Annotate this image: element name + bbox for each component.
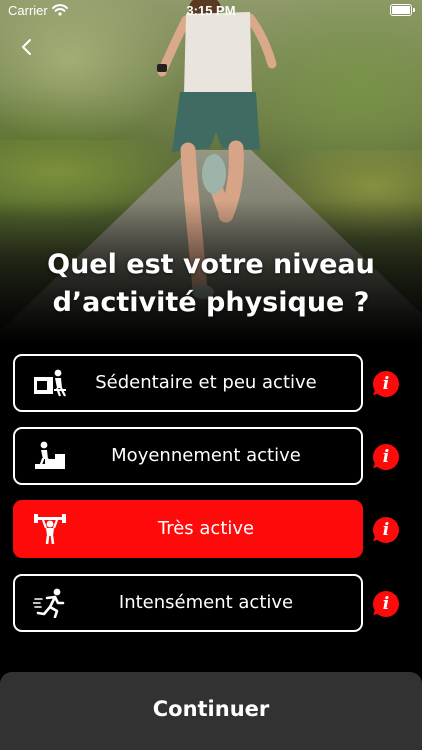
info-glyph: i [382, 374, 390, 394]
info-button-very-active[interactable]: i [373, 517, 401, 545]
option-intensely-active[interactable]: Intensément active [13, 574, 363, 632]
info-glyph: i [382, 520, 390, 540]
option-label: Sédentaire et peu active [95, 372, 317, 393]
option-label: Très active [157, 518, 255, 539]
info-button-intensely-active[interactable]: i [373, 591, 401, 619]
option-sedentary[interactable]: Sédentaire et peu active [13, 354, 363, 412]
info-button-moderate[interactable]: i [373, 444, 401, 472]
option-very-active[interactable]: Très active [13, 500, 363, 558]
continue-button[interactable]: Continuer [0, 672, 422, 750]
question-title-line-1: Quel est votre niveau [47, 249, 375, 280]
chevron-left-icon [22, 39, 31, 55]
option-label: Moyennement active [111, 445, 301, 466]
continue-label: Continuer [152, 697, 270, 721]
battery-full-icon [390, 4, 415, 16]
option-moderate[interactable]: Moyennement active [13, 427, 363, 485]
info-button-sedentary[interactable]: i [373, 371, 401, 399]
clock: 3:15 PM [186, 3, 236, 18]
question-title-line-2: d’activité physique ? [52, 287, 370, 318]
info-glyph: i [382, 447, 390, 467]
info-glyph: i [382, 594, 390, 614]
status-bar: Carrier 3:15 PM [0, 0, 422, 22]
back-button[interactable] [14, 34, 42, 62]
question-title: Quel est votre niveau d’activité physiqu… [0, 246, 422, 322]
option-label: Intensément active [118, 592, 294, 613]
